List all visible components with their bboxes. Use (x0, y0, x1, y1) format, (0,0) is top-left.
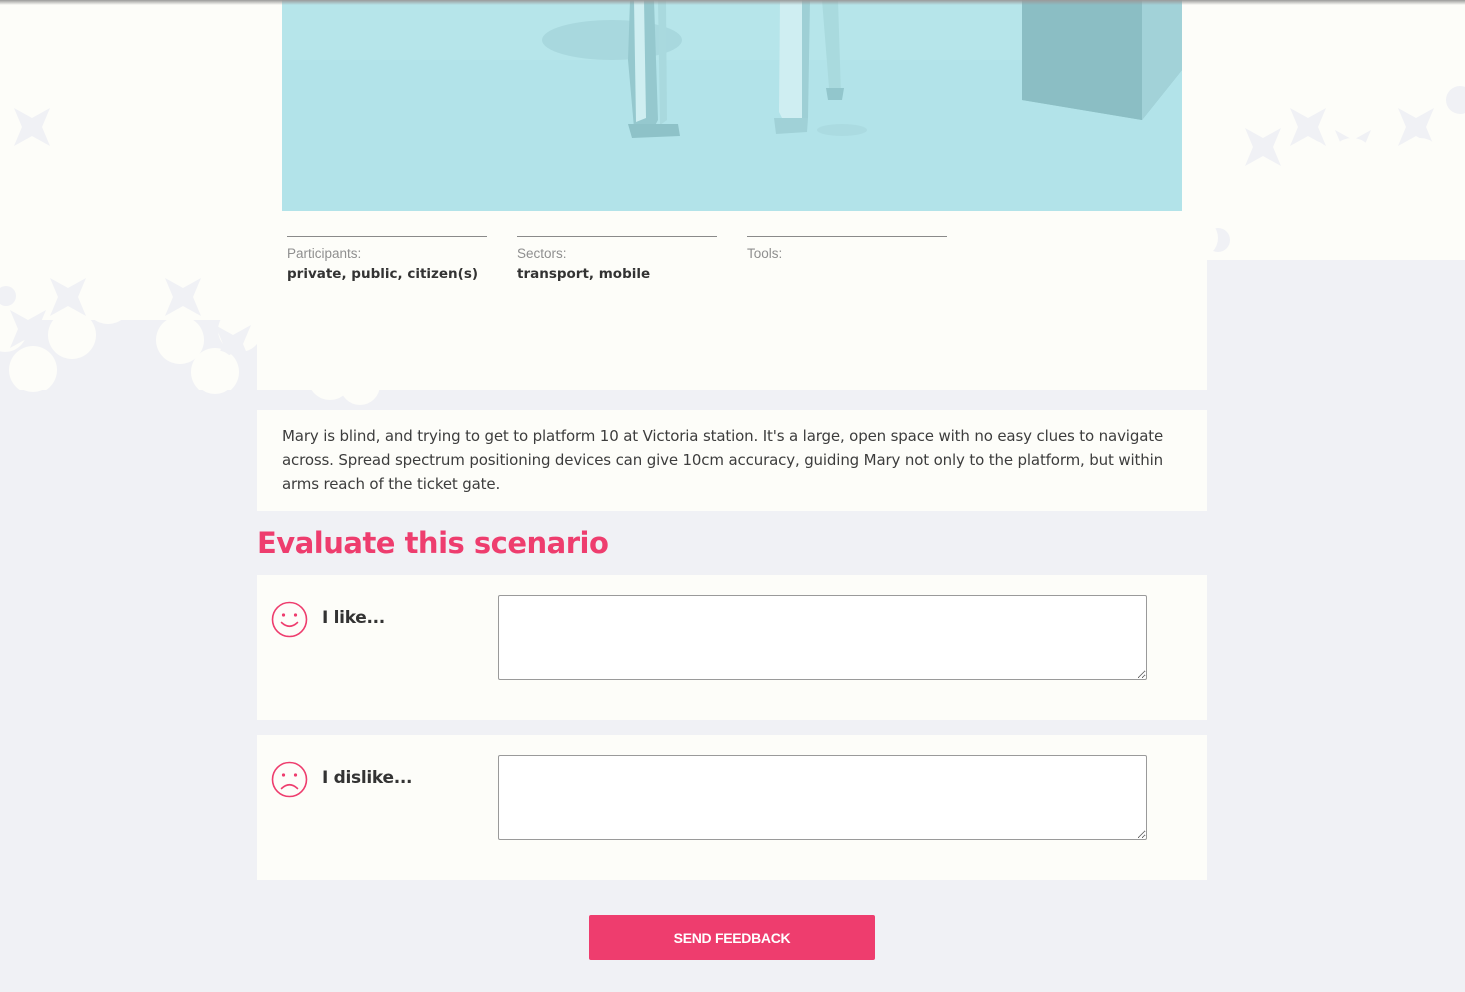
top-shadow (0, 0, 1465, 5)
dislike-label: I dislike... (322, 768, 413, 788)
like-section: I like... (257, 575, 1207, 720)
scenario-description: Mary is blind, and trying to get to plat… (282, 427, 1164, 493)
meta-label: Tools: (747, 246, 783, 261)
dislike-textarea[interactable] (498, 755, 1147, 840)
evaluate-title: Evaluate this scenario (257, 526, 609, 560)
scenario-card: Participants: private, public, citizen(s… (257, 0, 1207, 390)
like-textarea[interactable] (498, 595, 1147, 680)
send-feedback-button[interactable]: SEND FEEDBACK (589, 915, 875, 960)
meta-label: Sectors: (517, 246, 567, 261)
smiley-face-icon (271, 601, 308, 638)
meta-value: transport, mobile (517, 266, 651, 282)
sad-face-icon (271, 761, 308, 798)
dislike-section: I dislike... (257, 735, 1207, 880)
page: Participants: private, public, citizen(s… (0, 0, 1465, 992)
like-label: I like... (322, 608, 385, 628)
meta-participants: Participants: private, public, citizen(s… (287, 236, 487, 285)
scenario-description-card: Mary is blind, and trying to get to plat… (257, 410, 1207, 511)
meta-value: private, public, citizen(s) (287, 266, 479, 282)
scenario-image (282, 0, 1182, 211)
meta-label: Participants: (287, 246, 362, 261)
meta-sectors: Sectors: transport, mobile (517, 236, 717, 285)
meta-tools: Tools: (747, 236, 947, 263)
